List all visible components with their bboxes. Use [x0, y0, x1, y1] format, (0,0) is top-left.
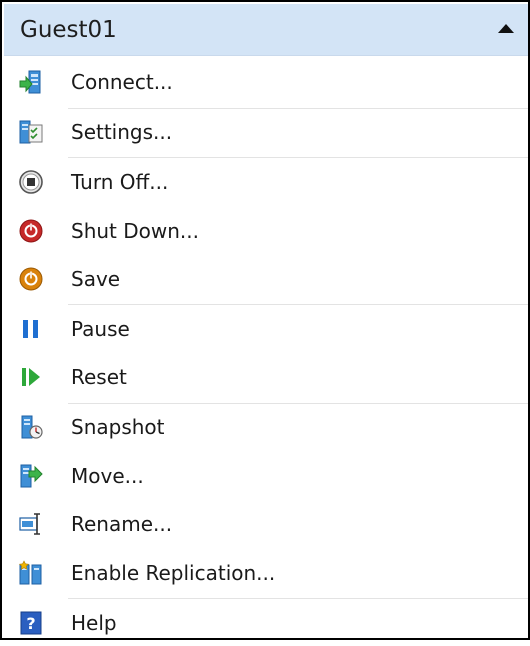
- menu-item-settings[interactable]: Settings...: [4, 109, 528, 155]
- reset-icon: [22, 368, 40, 386]
- panel-title: Guest01: [20, 17, 117, 43]
- divider: [68, 157, 528, 158]
- menu-item-label: Snapshot: [71, 415, 165, 439]
- svg-text:?: ?: [26, 614, 35, 633]
- rename-icon: [19, 513, 40, 535]
- menu-item-label: Enable Replication...: [71, 561, 276, 585]
- save-icon: [19, 267, 43, 291]
- menu-item-label: Rename...: [71, 512, 173, 536]
- menu-item-label: Settings...: [71, 120, 173, 144]
- menu-item-enable-replication[interactable]: Enable Replication...: [4, 550, 528, 596]
- menu-item-connect[interactable]: Connect...: [4, 59, 528, 105]
- menu-item-save[interactable]: Save: [4, 256, 528, 302]
- menu-item-label: Move...: [71, 464, 144, 488]
- enable-replication-icon: [18, 560, 42, 585]
- help-icon: ?: [20, 611, 42, 635]
- menu-item-shut-down[interactable]: Shut Down...: [4, 208, 528, 254]
- menu-item-pause[interactable]: Pause: [4, 306, 528, 352]
- shut-down-icon: [19, 219, 43, 243]
- snapshot-icon: [21, 415, 43, 439]
- menu-item-label: Turn Off...: [71, 170, 169, 194]
- menu-item-label: Reset: [71, 365, 127, 389]
- menu-item-snapshot[interactable]: Snapshot: [4, 404, 528, 450]
- menu-item-label: Connect...: [71, 70, 173, 94]
- divider: [68, 598, 528, 599]
- menu-item-reset[interactable]: Reset: [4, 354, 528, 400]
- turn-off-icon: [19, 170, 43, 194]
- actions-panel: Guest01 Connect... Settings... Turn Off.…: [0, 0, 530, 640]
- move-icon: [20, 464, 43, 488]
- menu-item-rename[interactable]: Rename...: [4, 501, 528, 547]
- connect-icon: [19, 70, 41, 94]
- menu-item-label: Help: [71, 611, 117, 635]
- menu-item-label: Save: [71, 267, 121, 291]
- menu-item-help[interactable]: ? Help: [4, 600, 528, 646]
- divider: [68, 304, 528, 305]
- menu-item-move[interactable]: Move...: [4, 453, 528, 499]
- collapse-arrow-icon[interactable]: [498, 24, 514, 33]
- menu-item-turn-off[interactable]: Turn Off...: [4, 159, 528, 205]
- pause-icon: [23, 320, 38, 338]
- menu-item-label: Pause: [71, 317, 130, 341]
- menu-item-label: Shut Down...: [71, 219, 199, 243]
- panel-header[interactable]: Guest01: [4, 4, 528, 56]
- settings-icon: [19, 120, 43, 144]
